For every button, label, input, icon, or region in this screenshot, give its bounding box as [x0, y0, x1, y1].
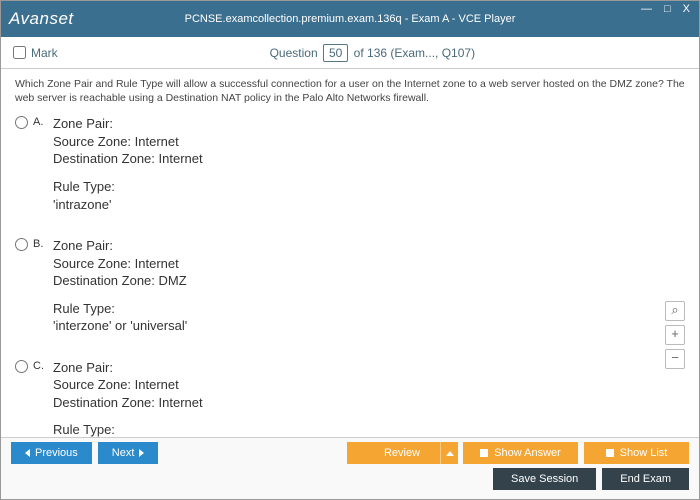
- answer-radio[interactable]: [15, 360, 28, 373]
- mark-checkbox[interactable]: [13, 46, 26, 59]
- answer-option: B.Zone Pair:Source Zone: InternetDestina…: [15, 237, 685, 345]
- previous-button[interactable]: Previous: [11, 442, 92, 464]
- answer-body: Zone Pair:Source Zone: InternetDestinati…: [53, 237, 187, 345]
- chevron-up-icon: [446, 451, 454, 456]
- question-text: Which Zone Pair and Rule Type will allow…: [15, 77, 685, 105]
- next-button[interactable]: Next: [98, 442, 159, 464]
- answer-radio[interactable]: [15, 238, 28, 251]
- title-bar: Avanset PCNSE.examcollection.premium.exa…: [1, 1, 699, 37]
- close-icon[interactable]: X: [680, 3, 693, 15]
- minimize-icon[interactable]: —: [638, 3, 655, 15]
- window-title: PCNSE.examcollection.premium.exam.136q -…: [185, 13, 516, 25]
- window-controls: — □ X: [638, 3, 693, 15]
- square-icon: [606, 449, 614, 457]
- answer-body: Zone Pair:Source Zone: InternetDestinati…: [53, 359, 203, 439]
- app-logo: Avanset: [9, 9, 74, 29]
- zoom-in-icon[interactable]: +: [665, 325, 685, 345]
- answer-option: A.Zone Pair:Source Zone: InternetDestina…: [15, 115, 685, 223]
- content-area: Which Zone Pair and Rule Type will allow…: [1, 69, 699, 439]
- square-icon: [480, 449, 488, 457]
- show-list-button[interactable]: Show List: [584, 442, 689, 464]
- answer-letter: A.: [33, 115, 53, 223]
- answer-radio[interactable]: [15, 116, 28, 129]
- maximize-icon[interactable]: □: [661, 3, 674, 15]
- save-session-button[interactable]: Save Session: [493, 468, 596, 490]
- question-number[interactable]: 50: [323, 44, 348, 62]
- show-answer-button[interactable]: Show Answer: [463, 442, 578, 464]
- mark-label: Mark: [31, 46, 58, 60]
- zoom-reset-icon[interactable]: ⌕: [665, 301, 685, 321]
- end-exam-button[interactable]: End Exam: [602, 468, 689, 490]
- answer-letter: B.: [33, 237, 53, 345]
- chevron-right-icon: [139, 449, 144, 457]
- answer-body: Zone Pair:Source Zone: InternetDestinati…: [53, 115, 203, 223]
- zoom-controls: ⌕ + −: [665, 301, 685, 369]
- footer-bar: Previous Next Review Show Answer Show Li…: [1, 437, 699, 499]
- question-of: of 136 (Exam..., Q107): [354, 46, 475, 60]
- answer-letter: C.: [33, 359, 53, 439]
- question-label: Question: [270, 46, 318, 60]
- review-button[interactable]: Review: [347, 442, 457, 464]
- question-bar: Mark Question 50 of 136 (Exam..., Q107): [1, 37, 699, 69]
- zoom-out-icon[interactable]: −: [665, 349, 685, 369]
- answer-option: C.Zone Pair:Source Zone: InternetDestina…: [15, 359, 685, 439]
- chevron-left-icon: [25, 449, 30, 457]
